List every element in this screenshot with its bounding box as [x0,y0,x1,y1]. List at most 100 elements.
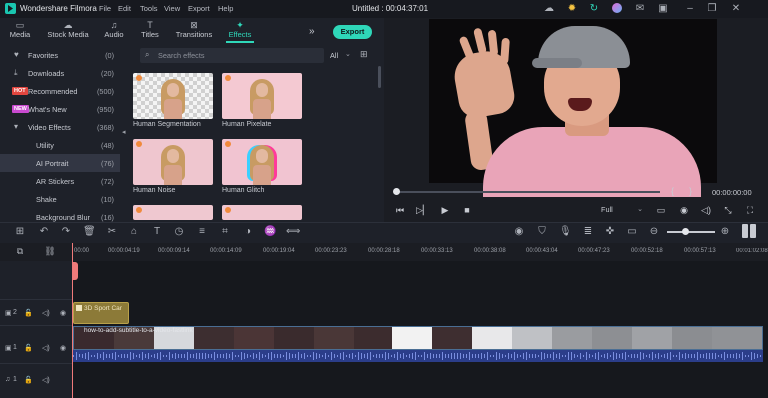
play-frame-icon[interactable]: ▷▏ [416,205,430,216]
zoom-handle[interactable] [682,228,689,235]
effect-thumb-human-noise[interactable] [133,139,213,185]
refresh-icon[interactable]: ↻ [588,3,600,15]
playhead-handle[interactable] [393,188,400,195]
menu-edit[interactable]: Edit [118,4,131,13]
lock-icon[interactable]: 🔓 [24,309,33,317]
voiceover-icon[interactable]: ≣ [582,226,594,237]
collapse-sidebar-icon[interactable]: ◂ [122,128,126,136]
title-clip[interactable]: 3D Sport Car [73,302,129,324]
filter-select[interactable]: All ⌄ [327,48,355,63]
sidebar-item-label: What's New [28,105,67,114]
monitor-icon[interactable]: ▭ [655,205,667,216]
speed-icon[interactable]: ◷ [173,226,185,237]
step-back-icon[interactable]: ⏮ [394,205,406,216]
effect-thumb-partial[interactable] [133,205,213,220]
sidebar-item-downloads[interactable]: ⤓ Downloads (20) [0,64,120,82]
save-icon[interactable]: ▣ [657,3,669,15]
volume-icon[interactable]: ◁) [700,205,712,216]
sidebar-item-shake[interactable]: Shake (10) [0,190,120,208]
sidebar-item-ar-stickers[interactable]: AR Stickers (72) [0,172,120,190]
lock-icon[interactable]: 🔓 [24,344,33,352]
inbox-icon[interactable]: ✉ [634,3,646,15]
mark-out-icon[interactable]: } [689,186,692,196]
adjust-icon[interactable]: ≡ [196,226,208,237]
tab-effects[interactable]: ✦ Effects [220,20,260,39]
panel-right-button[interactable] [750,224,756,238]
delete-icon[interactable]: 🗑 [83,226,96,237]
mark-in-icon[interactable]: { [671,186,674,196]
minimize-icon[interactable]: – [684,3,696,15]
tab-audio[interactable]: ♫ Audio [94,20,134,39]
waveform-bar [253,353,254,359]
avatar[interactable] [611,3,623,15]
sidebar-item-favorites[interactable]: ♥ Favorites (0) [0,46,120,64]
effect-thumb-partial[interactable] [222,205,302,220]
effects-scrollbar[interactable] [378,66,381,88]
marker-icon[interactable]: ⛉ [536,226,548,237]
sidebar-item-video-effects[interactable]: ▾ Video Effects (368) [0,118,120,136]
tag-icon[interactable]: ⌂ [128,226,140,237]
link-icon[interactable]: ⛓ [44,246,56,257]
layout-icon[interactable]: ⊞ [14,226,26,237]
fullscreen-icon[interactable]: ⛶ [744,205,756,216]
mic-icon[interactable]: 🎙 [559,226,572,237]
search-input[interactable]: ⌕ Search effects [140,48,324,63]
auto-ripple-icon[interactable]: ✜ [604,226,616,237]
snapshot-icon[interactable]: ◉ [678,205,690,216]
sidebar-item-background-blur[interactable]: Background Blur (16) [0,208,120,222]
zoom-out-icon[interactable]: ⊖ [648,226,660,237]
sidebar-item-utility[interactable]: Utility (48) [0,136,120,154]
lock-icon[interactable]: 🔓 [24,376,33,384]
close-icon[interactable]: ✕ [730,3,742,15]
text-tool-icon[interactable]: T [151,226,163,237]
split-icon[interactable]: ⟺ [286,226,300,237]
panel-left-button[interactable] [742,224,748,238]
render-icon[interactable]: ◉ [513,226,525,237]
cloud-icon[interactable]: ☁ [543,3,555,15]
video-clip[interactable]: how-to-add-subtitle-to-a-video-fastlink [73,326,763,350]
tab-titles[interactable]: T Titles [130,20,170,39]
menu-view[interactable]: View [164,4,180,13]
export-button[interactable]: Export [333,25,372,39]
eye-icon[interactable]: ◉ [60,309,66,317]
tab-media[interactable]: ▭ Media [0,20,40,39]
menu-file[interactable]: File [99,4,111,13]
playhead-marker[interactable] [72,262,78,280]
audio-wave-icon[interactable]: ♒ [264,226,276,237]
sidebar-item-whats-new[interactable]: NEW What's New (950) [0,100,120,118]
menu-export[interactable]: Export [188,4,210,13]
mute-icon[interactable]: ◁) [42,344,50,352]
effect-thumb-human-pixelate[interactable] [222,73,302,119]
undo-icon[interactable]: ↶ [38,226,50,237]
menu-tools[interactable]: Tools [140,4,158,13]
tab-stock-media[interactable]: ☁ Stock Media [46,20,90,39]
cut-icon[interactable]: ✂ [106,226,118,237]
eye-icon[interactable]: ◉ [60,344,66,352]
zoom-in-icon[interactable]: ⊕ [719,226,731,237]
grid-view-button[interactable]: ⊞ [357,48,375,63]
sidebar-item-ai-portrait[interactable]: AI Portrait (76) [0,154,120,172]
redo-icon[interactable]: ↷ [60,226,72,237]
audio-waveform[interactable] [73,350,763,362]
tab-transitions[interactable]: ⊠ Transitions [170,20,218,39]
add-track-icon[interactable]: ⧉ [14,246,26,257]
maximize-icon[interactable]: ❐ [706,3,718,15]
stop-icon[interactable]: ■ [461,205,473,215]
playback-progress[interactable] [396,191,660,193]
lightbulb-icon[interactable]: ✹ [566,3,578,15]
color-icon[interactable]: ◑ [242,226,254,237]
mute-icon[interactable]: ◁) [42,309,50,317]
effect-thumb-human-glitch[interactable] [222,139,302,185]
subtitle-icon[interactable]: ▭ [626,226,638,237]
more-tabs-icon[interactable]: » [309,26,315,37]
quality-select[interactable]: Full ⌄ [601,205,645,218]
menu-help[interactable]: Help [218,4,233,13]
waveform-bar [415,351,416,361]
play-icon[interactable]: ▶ [439,205,451,216]
mute-icon[interactable]: ◁) [42,376,50,384]
resize-icon[interactable]: ⤡ [722,205,734,216]
effect-thumb-human-segmentation[interactable] [133,73,213,119]
sidebar-item-recommended[interactable]: HOT Recommended (500) [0,82,120,100]
zoom-slider[interactable] [667,231,715,233]
crop-icon[interactable]: ⌗ [219,226,231,237]
